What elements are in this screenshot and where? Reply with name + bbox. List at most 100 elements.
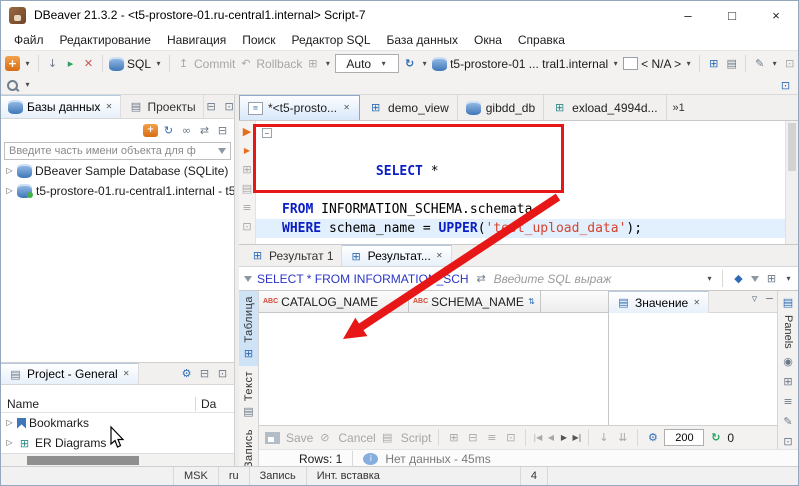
menu-item-window[interactable]: Окна bbox=[466, 31, 510, 49]
tab-databases[interactable]: Базы данных bbox=[1, 95, 122, 118]
edit-tools-icon[interactable] bbox=[752, 56, 767, 71]
sql-code[interactable]: SELECT * FROM INFORMATION_SCHEMA.schemat… bbox=[256, 121, 785, 244]
tab-script7[interactable]: *<t5-prosto... bbox=[239, 95, 361, 120]
duplicate-row-icon[interactable] bbox=[484, 430, 499, 445]
column-header-name[interactable]: Name bbox=[1, 396, 196, 411]
tab-record-presentation[interactable]: Запись bbox=[239, 424, 258, 466]
scrollbar-thumb[interactable] bbox=[27, 455, 139, 465]
save-filter-icon[interactable] bbox=[751, 275, 759, 282]
menu-item-search[interactable]: Поиск bbox=[234, 31, 283, 49]
close-icon[interactable] bbox=[342, 101, 351, 116]
close-script-icon[interactable] bbox=[81, 56, 96, 71]
menu-item-database[interactable]: База данных bbox=[379, 31, 466, 49]
fetch-size-input[interactable] bbox=[664, 429, 705, 446]
profile-icon[interactable] bbox=[778, 78, 793, 93]
commit-mode-combo[interactable]: Auto bbox=[335, 54, 400, 73]
column-schema-name[interactable]: ABC SCHEMA_NAME bbox=[409, 291, 541, 312]
grid-config-icon[interactable] bbox=[764, 271, 779, 286]
panel-menu-icon[interactable] bbox=[747, 291, 762, 306]
perspective-icon[interactable] bbox=[782, 56, 797, 71]
metadata-panel-icon[interactable] bbox=[781, 394, 796, 409]
transaction-dropdown-icon[interactable] bbox=[323, 56, 332, 71]
refresh-icon[interactable] bbox=[402, 56, 417, 71]
save-button[interactable]: Save bbox=[286, 431, 313, 445]
tab-grid-presentation[interactable]: Таблица bbox=[239, 291, 258, 366]
tab-projects[interactable]: Проекты bbox=[121, 95, 204, 118]
output-icon[interactable] bbox=[240, 181, 255, 196]
cancel-button[interactable]: Cancel bbox=[338, 431, 375, 445]
open-script-icon[interactable] bbox=[45, 56, 60, 71]
horizontal-scrollbar[interactable] bbox=[1, 453, 234, 466]
new-connection-icon[interactable] bbox=[5, 56, 20, 71]
status-caret-position[interactable]: 4 bbox=[519, 467, 549, 485]
menu-item-edit[interactable]: Редактирование bbox=[52, 31, 159, 49]
sort-icon[interactable] bbox=[527, 294, 536, 309]
layout-panel-icon[interactable] bbox=[781, 434, 796, 449]
link-editor-icon[interactable] bbox=[179, 123, 194, 138]
sort-icon[interactable] bbox=[395, 294, 404, 309]
status-insert-mode[interactable]: Запись bbox=[248, 467, 306, 485]
apply-filter-icon[interactable] bbox=[731, 271, 746, 286]
expander-icon[interactable] bbox=[5, 416, 14, 431]
tab-exload[interactable]: exload_4994d... bbox=[544, 95, 667, 120]
next-page-icon[interactable] bbox=[559, 430, 568, 445]
panel-toggle-icon[interactable] bbox=[240, 219, 255, 234]
column-catalog-name[interactable]: ABC CATALOG_NAME bbox=[259, 291, 409, 312]
tab-result-2[interactable]: Результат... bbox=[341, 245, 452, 266]
execute-script-icon[interactable] bbox=[243, 143, 252, 158]
previous-page-icon[interactable] bbox=[546, 430, 555, 445]
minimize-button[interactable]: – bbox=[666, 1, 710, 29]
editor-scrollbar[interactable] bbox=[785, 121, 798, 244]
minimize-pane-icon[interactable] bbox=[204, 99, 219, 114]
search-dropdown-icon[interactable] bbox=[23, 78, 32, 93]
log-icon[interactable] bbox=[240, 200, 255, 215]
explain-plan-icon[interactable] bbox=[240, 162, 255, 177]
fold-marker-icon[interactable] bbox=[262, 128, 272, 138]
tab-value[interactable]: Значение bbox=[609, 291, 710, 313]
project-item-bookmarks[interactable]: Bookmarks bbox=[1, 413, 234, 433]
first-page-icon[interactable] bbox=[533, 430, 542, 445]
expander-icon[interactable] bbox=[5, 164, 14, 179]
column-header-date[interactable]: Da bbox=[196, 397, 234, 411]
tree-item-t5-connection[interactable]: t5-prostore-01.ru-central1.internal - t5 bbox=[1, 181, 234, 201]
status-language[interactable]: ru bbox=[217, 467, 249, 485]
search-icon[interactable] bbox=[6, 78, 21, 92]
tab-project-general[interactable]: Project - General bbox=[1, 363, 139, 384]
execute-statement-icon[interactable] bbox=[240, 124, 255, 139]
maximize-button[interactable]: □ bbox=[710, 1, 754, 29]
close-icon[interactable] bbox=[435, 249, 444, 264]
grid-panel-icon[interactable] bbox=[781, 374, 796, 389]
tab-demo-view[interactable]: demo_view bbox=[360, 95, 458, 120]
delete-row-icon[interactable] bbox=[465, 430, 480, 445]
object-filter-input[interactable] bbox=[4, 142, 231, 160]
edit-panel-icon[interactable] bbox=[781, 414, 796, 429]
project-item-er-diagrams[interactable]: ER Diagrams bbox=[1, 433, 234, 453]
auto-refresh-icon[interactable] bbox=[708, 430, 723, 445]
minimize-panel-icon[interactable] bbox=[762, 291, 777, 306]
collapse-all-icon[interactable] bbox=[215, 123, 230, 138]
menu-item-navigation[interactable]: Навигация bbox=[159, 31, 234, 49]
new-script-icon[interactable] bbox=[63, 56, 78, 71]
connect-icon[interactable] bbox=[143, 123, 158, 137]
schema-combo[interactable]: < N/A > bbox=[641, 56, 693, 71]
fetch-all-icon[interactable] bbox=[615, 430, 630, 445]
script-button[interactable]: Script bbox=[401, 431, 432, 445]
tree-item-sample-db[interactable]: DBeaver Sample Database (SQLite) bbox=[1, 161, 234, 181]
edit-tools-dropdown-icon[interactable] bbox=[770, 56, 779, 71]
status-smart-insert[interactable]: Инт. вставка bbox=[305, 467, 390, 485]
grid-config-dropdown-icon[interactable] bbox=[784, 271, 793, 286]
output-panel-icon[interactable] bbox=[724, 56, 739, 71]
grid-body[interactable] bbox=[259, 313, 608, 424]
fetch-settings-icon[interactable] bbox=[645, 430, 660, 445]
table-tools-icon[interactable] bbox=[706, 56, 721, 71]
tab-gibdd-db[interactable]: gibdd_db bbox=[458, 95, 545, 120]
refresh-tree-icon[interactable] bbox=[161, 123, 176, 138]
new-connection-dropdown-icon[interactable] bbox=[23, 56, 32, 71]
sync-selection-icon[interactable] bbox=[197, 123, 212, 138]
filter-history-icon[interactable] bbox=[705, 271, 714, 286]
expander-icon[interactable] bbox=[5, 436, 14, 451]
refresh-dropdown-icon[interactable] bbox=[420, 56, 429, 71]
transaction-mode-icon[interactable] bbox=[305, 56, 320, 71]
tab-text-presentation[interactable]: Текст bbox=[239, 366, 258, 424]
status-timezone[interactable]: MSK bbox=[173, 467, 218, 485]
